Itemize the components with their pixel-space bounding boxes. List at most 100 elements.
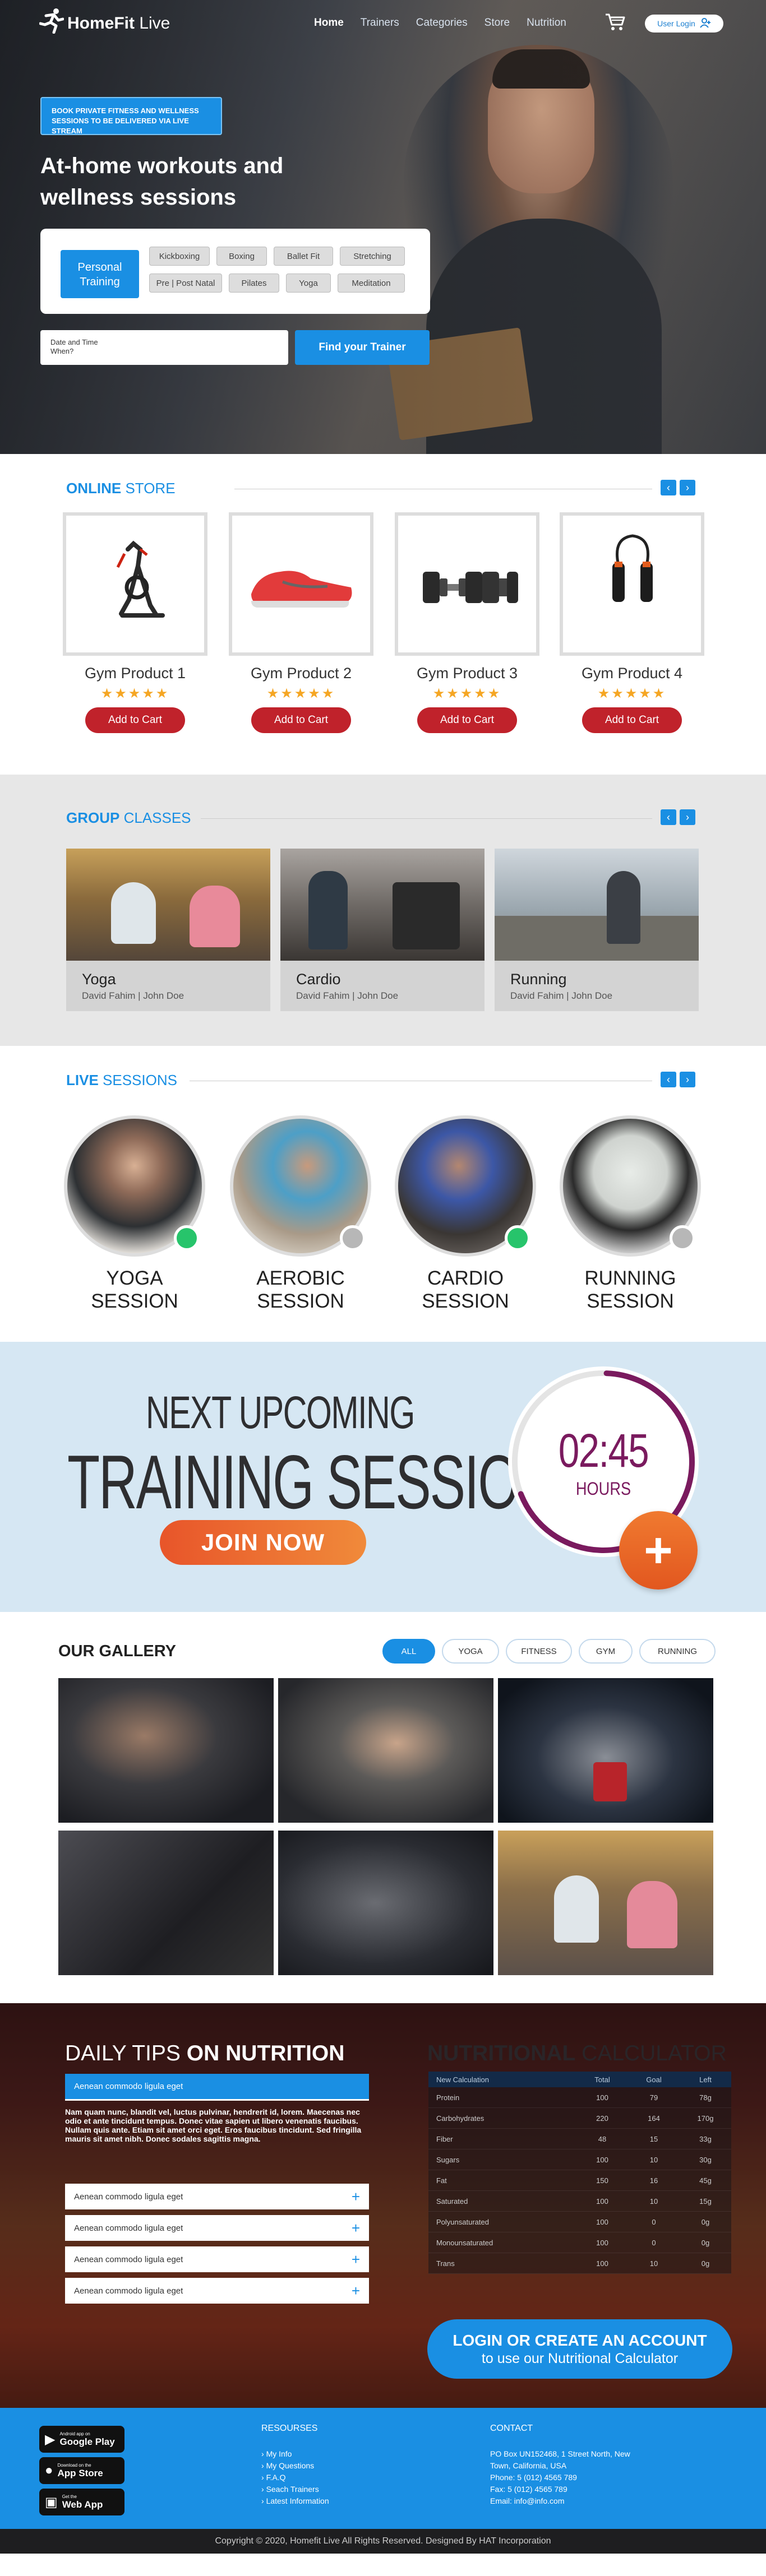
app-store-badge[interactable]: ● Download on the App Store — [39, 2457, 124, 2484]
add-to-cart-button[interactable]: Add to Cart — [251, 707, 351, 733]
countdown-unit: HOURS — [575, 1479, 631, 1499]
calculator-cell: 15g — [699, 2197, 712, 2206]
chevron-right-icon[interactable]: › — [680, 1072, 695, 1087]
filter-fitness[interactable]: FITNESS — [506, 1639, 572, 1664]
nav-home[interactable]: Home — [314, 17, 344, 29]
calculator-cell: 78g — [699, 2093, 712, 2102]
calculator-row: Trans 100 10 0g — [428, 2253, 731, 2274]
nutrition-calculator-table: New Calculation Total Goal Left Protein 1… — [428, 2072, 731, 2274]
chip-boxing[interactable]: Boxing — [216, 247, 267, 266]
footer-link[interactable]: › My Questions — [261, 2460, 329, 2472]
contact-address-line1: PO Box UN152468, 1 Street North, New — [490, 2449, 630, 2458]
calculator-header-row: New Calculation Total Goal Left — [428, 2072, 731, 2087]
calculator-row: Carbohydrates 220 164 170g — [428, 2108, 731, 2129]
google-play-icon: ▶ — [45, 2431, 56, 2447]
calculator-cell: 33g — [699, 2134, 712, 2143]
calculator-cell: 45g — [699, 2176, 712, 2185]
nutrition-title: DAILY TIPS ON NUTRITION — [65, 2041, 344, 2066]
live-session-running[interactable]: RUNNING SESSION — [560, 1115, 701, 1313]
chip-meditation[interactable]: Meditation — [338, 274, 405, 293]
logo[interactable]: HomeFit Live — [39, 8, 170, 39]
nav-categories[interactable]: Categories — [416, 17, 468, 29]
live-session-cardio[interactable]: CARDIO SESSION — [395, 1115, 536, 1313]
class-card-running[interactable]: Running David Fahim | John Doe — [495, 849, 699, 1011]
class-card-cardio[interactable]: Cardio David Fahim | John Doe — [280, 849, 484, 1011]
calculator-row: Fiber 48 15 33g — [428, 2129, 731, 2149]
chevron-right-icon[interactable]: › — [680, 809, 695, 825]
calculator-cell: 100 — [596, 2238, 608, 2247]
calculator-title: NUTRITIONAL CALCULATOR — [427, 2041, 727, 2066]
contact-phone: Phone: 5 (012) 4565 789 — [490, 2473, 577, 2482]
rating-stars: ★★★★★ — [266, 686, 336, 701]
calculator-cell: 220 — [596, 2114, 608, 2123]
web-app-badge[interactable]: ▣ Get the Web App — [39, 2489, 124, 2515]
nav-store[interactable]: Store — [484, 17, 510, 29]
calculator-cell: 100 — [596, 2155, 608, 2164]
accordion-item[interactable]: Aenean commodo ligula eget + — [65, 2278, 369, 2304]
chip-pre-post-natal[interactable]: Pre | Post Natal — [149, 274, 222, 293]
live-session-aerobic[interactable]: AEROBIC SESSION — [230, 1115, 371, 1313]
cart-icon[interactable] — [605, 12, 626, 31]
product-card[interactable]: Gym Product 3 ★★★★★ Add to Cart — [395, 512, 539, 733]
filter-all[interactable]: ALL — [382, 1639, 435, 1664]
chevron-left-icon[interactable]: ‹ — [661, 1072, 676, 1087]
login-create-account-button[interactable]: LOGIN OR CREATE AN ACCOUNT to use our Nu… — [427, 2319, 732, 2379]
gallery-image[interactable] — [278, 1831, 493, 1975]
accordion-item-open[interactable]: Aenean commodo ligula eget — [65, 2074, 369, 2101]
product-card[interactable]: Gym Product 4 ★★★★★ Add to Cart — [560, 512, 704, 733]
plus-icon: + — [351, 2282, 360, 2299]
footer-link[interactable]: › Seach Trainers — [261, 2484, 329, 2495]
product-name: Gym Product 1 — [84, 665, 186, 682]
gallery-image[interactable] — [58, 1831, 274, 1975]
nav-trainers[interactable]: Trainers — [361, 17, 399, 29]
footer-link[interactable]: › F.A.Q — [261, 2472, 329, 2484]
chevron-left-icon[interactable]: ‹ — [661, 480, 676, 495]
calculator-cell: 164 — [648, 2114, 660, 2123]
chip-stretching[interactable]: Stretching — [340, 247, 405, 266]
live-session-yoga[interactable]: YOGA SESSION — [64, 1115, 205, 1313]
date-time-input[interactable]: Date and Time When? — [40, 330, 288, 365]
join-now-button[interactable]: JOIN NOW — [160, 1520, 366, 1565]
class-card-yoga[interactable]: Yoga David Fahim | John Doe — [66, 849, 270, 1011]
filter-gym[interactable]: GYM — [579, 1639, 633, 1664]
accordion-body: Nam quam nunc, blandit vel, luctus pulvi… — [65, 2107, 362, 2143]
gallery-image[interactable] — [58, 1678, 274, 1823]
google-play-badge[interactable]: ▶ Android app on Google Play — [39, 2426, 124, 2453]
group-classes-section: GROUP CLASSES ‹ › Yoga David Fahim | John… — [0, 775, 766, 1046]
plus-icon[interactable]: + — [619, 1511, 698, 1590]
chevron-right-icon[interactable]: › — [680, 480, 695, 495]
filter-running[interactable]: RUNNING — [639, 1639, 716, 1664]
gallery-image[interactable] — [498, 1678, 713, 1823]
add-to-cart-button[interactable]: Add to Cart — [582, 707, 682, 733]
nav-nutrition[interactable]: Nutrition — [527, 17, 566, 29]
store-title-bold: ONLINE — [66, 480, 122, 497]
accordion-item[interactable]: Aenean commodo ligula eget + — [65, 2215, 369, 2241]
web-app-icon: ▣ — [45, 2494, 58, 2510]
chip-pilates[interactable]: Pilates — [229, 274, 279, 293]
user-login-button[interactable]: User Login — [645, 15, 723, 33]
top-nav: HomeFit Live Home Trainers Categories St… — [0, 0, 766, 46]
next-session-section: NEXT UPCOMING TRAINING SESSION JOIN NOW … — [0, 1342, 766, 1612]
chip-yoga[interactable]: Yoga — [286, 274, 331, 293]
find-trainer-button[interactable]: Find your Trainer — [295, 330, 430, 365]
rating-stars: ★★★★★ — [432, 686, 502, 701]
footer-link[interactable]: › My Info — [261, 2448, 329, 2460]
logo-text-main: HomeFit — [67, 14, 135, 33]
accordion-item[interactable]: Aenean commodo ligula eget + — [65, 2246, 369, 2272]
footer-link[interactable]: › Latest Information — [261, 2495, 329, 2507]
filter-yoga[interactable]: YOGA — [442, 1639, 499, 1664]
contact-email[interactable]: Email: info@info.com — [490, 2495, 630, 2507]
add-to-cart-button[interactable]: Add to Cart — [417, 707, 517, 733]
product-card[interactable]: Gym Product 2 ★★★★★ Add to Cart — [229, 512, 373, 733]
gallery-image[interactable] — [278, 1678, 493, 1823]
gallery-image[interactable] — [498, 1831, 713, 1975]
add-to-cart-button[interactable]: Add to Cart — [85, 707, 185, 733]
nutrition-title-bold: ON NUTRITION — [186, 2041, 345, 2065]
chip-kickboxing[interactable]: Kickboxing — [149, 247, 210, 266]
calculator-cell: Fiber — [436, 2134, 453, 2143]
chip-ballet-fit[interactable]: Ballet Fit — [274, 247, 333, 266]
product-card[interactable]: Gym Product 1 ★★★★★ Add to Cart — [63, 512, 207, 733]
chevron-left-icon[interactable]: ‹ — [661, 809, 676, 825]
accordion-item[interactable]: Aenean commodo ligula eget + — [65, 2184, 369, 2209]
personal-training-button[interactable]: Personal Training — [61, 250, 139, 298]
